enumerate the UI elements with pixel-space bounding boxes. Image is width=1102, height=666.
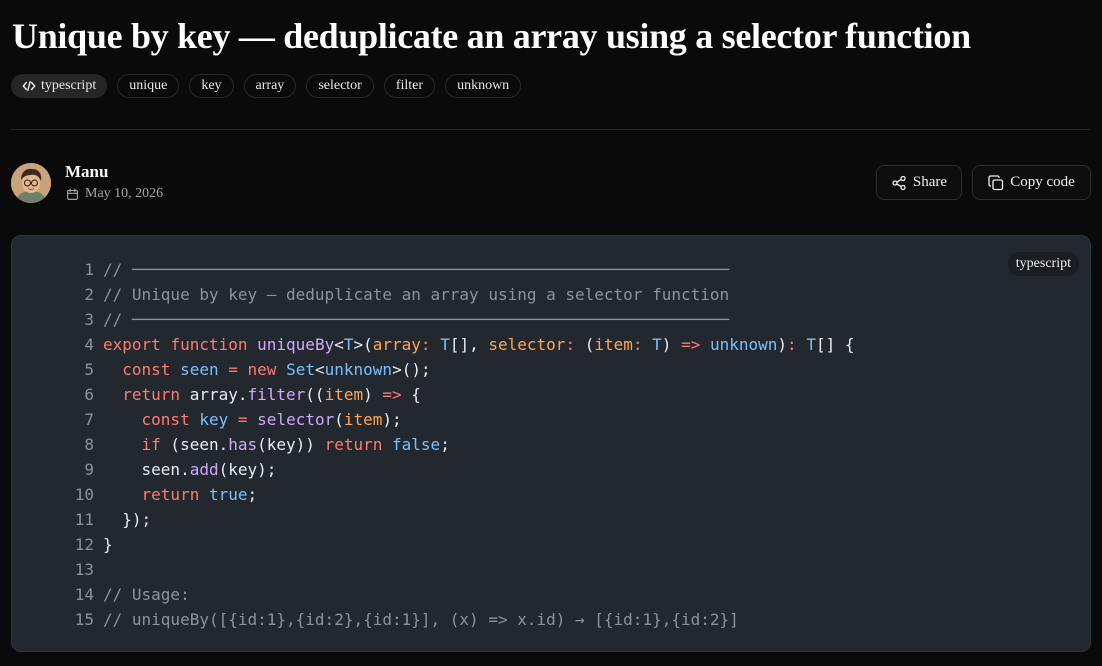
line-number: 10 [74,485,94,504]
code-block[interactable]: typescript 1 // ─────────────────────────… [11,235,1091,652]
page-title: Unique by key — deduplicate an array usi… [12,16,971,56]
copy-label: Copy code [1010,174,1075,190]
author-name[interactable]: Manu [65,162,108,182]
line-number: 7 [84,410,94,429]
code-line: 12} [12,532,855,557]
tag-unknown[interactable]: unknown [445,74,522,98]
tag-label: selector [318,78,362,93]
code-text: // ─────────────────────────────────────… [103,310,730,329]
code-line: 10 return true; [12,482,855,507]
tag-label: unknown [457,78,510,93]
code-text: export function uniqueBy<T>(array: T[], … [103,335,855,354]
code-line: 9 seen.add(key); [12,457,855,482]
line-number: 1 [84,260,94,279]
publish-date: May 10, 2026 [66,186,163,202]
code-text: seen.add(key); [103,460,277,479]
code-text: }); [103,510,152,529]
tag-key[interactable]: key [189,74,234,98]
line-number: 2 [84,285,94,304]
line-number: 5 [84,360,94,379]
tag-label: array [255,78,285,93]
code-line: 6 return array.filter((item) => { [12,382,855,407]
line-number: 14 [74,585,94,604]
code-line: 13 [12,557,855,582]
tag-label: filter [395,78,424,93]
code-line: 4 export function uniqueBy<T>(array: T[],… [12,332,855,357]
tag-unique[interactable]: unique [117,74,180,98]
code-line: 15 // uniqueBy([{id:1},{id:2},{id:1}], (x… [12,607,855,632]
code-line: 11 }); [12,507,855,532]
divider [11,129,1091,130]
code-text: const key = selector(item); [141,410,402,429]
code-line: 5 const seen = new Set<unknown>(); [12,357,855,382]
code-line: 1 // ────────────────────────────────────… [12,257,855,282]
code-line: 7 const key = selector(item); [12,407,855,432]
copy-code-button[interactable]: Copy code [972,165,1091,200]
date-text: May 10, 2026 [85,186,164,201]
line-number: 12 [74,535,94,554]
code-text: // uniqueBy([{id:1},{id:2},{id:1}], (x) … [103,610,739,629]
code-text: return array.filter((item) => { [122,385,421,404]
share-button[interactable]: Share [876,165,962,200]
code-text: const seen = new Set<unknown>(); [122,360,431,379]
code-text: // Unique by key — deduplicate an array … [103,285,730,304]
code-content[interactable]: 1 // ────────────────────────────────────… [12,257,855,632]
code-text: if (seen.has(key)) return false; [141,435,450,454]
code-line: 2 // Unique by key — deduplicate an array… [12,282,855,307]
code-line: 8 if (seen.has(key)) return false; [12,432,855,457]
code-text: // Usage: [103,585,190,604]
line-number: 9 [84,460,94,479]
code-line: 14 // Usage: [12,582,855,607]
avatar[interactable] [11,163,51,203]
code-text: // ─────────────────────────────────────… [103,260,730,279]
line-number: 4 [84,335,94,354]
calendar-icon [67,188,78,200]
code-line: 3 // ────────────────────────────────────… [12,307,855,332]
code-icon [22,80,36,92]
tag-label: typescript [41,78,97,93]
tag-typescript[interactable]: typescript [11,74,108,98]
share-icon [892,175,906,190]
tag-label: key [201,78,222,93]
line-number: 3 [84,310,94,329]
tag-selector[interactable]: selector [306,74,374,98]
line-number: 13 [74,560,94,579]
code-text: return true; [141,485,258,504]
tag-label: unique [129,78,168,93]
tag-array[interactable]: array [243,74,297,98]
line-number: 6 [84,385,94,404]
tag-filter[interactable]: filter [383,74,436,98]
copy-icon [988,174,1004,190]
language-badge: typescript [1007,252,1079,276]
avatar-image [11,163,51,203]
line-number: 15 [74,610,94,629]
share-label: Share [912,174,948,190]
line-number: 11 [74,510,94,529]
tag-list: typescript unique key array selector fil… [11,74,522,98]
code-text: } [103,535,113,554]
line-number: 8 [84,435,94,454]
